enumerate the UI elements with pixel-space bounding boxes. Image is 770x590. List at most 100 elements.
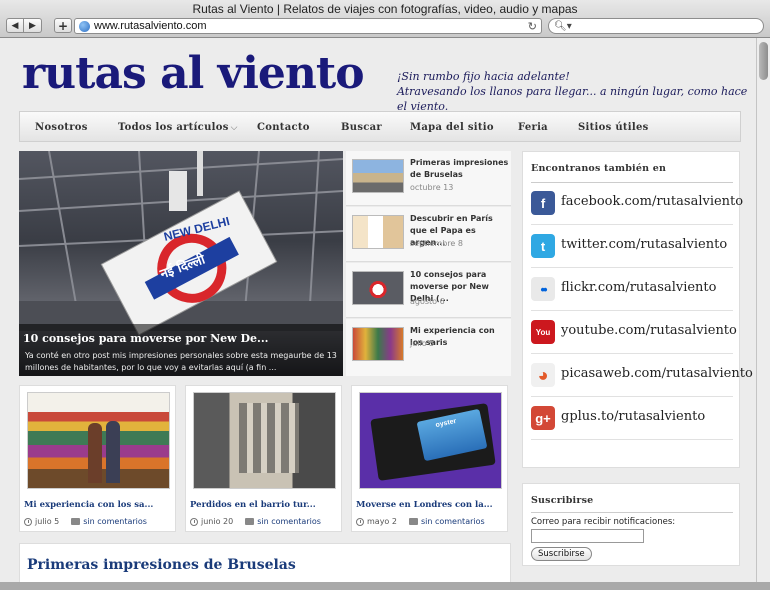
flickr-icon: •• xyxy=(531,277,555,301)
card-title[interactable]: Mi experiencia con los sa... xyxy=(24,500,153,510)
post-thumbnail xyxy=(352,271,404,305)
back-button[interactable]: ◀ xyxy=(6,18,24,33)
comment-icon xyxy=(245,518,255,525)
facebook-icon: f xyxy=(531,191,555,215)
site-title[interactable]: rutas al viento xyxy=(22,48,365,99)
card-date: junio 20 xyxy=(201,517,234,526)
twitter-icon: t xyxy=(531,234,555,258)
card-meta: julio 5 sin comentarios xyxy=(24,517,147,526)
menu-item-sitios[interactable]: Sitios útiles xyxy=(578,122,649,133)
url-text[interactable]: www.rutasalviento.com xyxy=(94,20,528,32)
browser-search-field[interactable]: 🔍︎▾ xyxy=(548,18,764,34)
social-link-facebook[interactable]: f facebook.com/rutasalviento xyxy=(531,183,743,225)
window-bottom-edge xyxy=(0,582,770,590)
picasa-icon: ◕ xyxy=(531,363,555,387)
card-date: julio 5 xyxy=(35,517,60,526)
person-figure xyxy=(88,423,102,483)
post-image xyxy=(27,392,170,489)
post-image xyxy=(193,392,336,489)
google-plus-icon: g+ xyxy=(531,406,555,430)
social-label[interactable]: flickr.com/rutasalviento xyxy=(561,280,716,295)
forward-button[interactable]: ▶ xyxy=(24,18,42,33)
tagline-line-2: Atravesando los llanos para llegar... a … xyxy=(397,85,748,113)
comments-link[interactable]: sin comentarios xyxy=(257,517,321,526)
list-item[interactable]: Descubrir en París que el Papa es argen.… xyxy=(346,207,511,262)
window-grid xyxy=(239,403,299,473)
menu-item-buscar[interactable]: Buscar xyxy=(341,122,382,133)
post-thumbnail xyxy=(352,159,404,193)
social-label[interactable]: twitter.com/rutasalviento xyxy=(561,237,727,252)
window-title: Rutas al Viento | Relatos de viajes con … xyxy=(192,2,578,16)
comments-link[interactable]: sin comentarios xyxy=(421,517,485,526)
featured-post[interactable]: NEW DELHI नई दिल्ली 10 consejos para mov… xyxy=(19,151,343,376)
address-bar[interactable]: www.rutasalviento.com ↻ xyxy=(74,18,542,34)
social-label[interactable]: picasaweb.com/rutasalviento xyxy=(561,366,753,381)
menu-item-todos[interactable]: Todos los artículos ⌵ xyxy=(118,122,238,133)
history-buttons: ◀ ▶ xyxy=(6,18,42,33)
add-bookmark-button[interactable]: + xyxy=(54,18,72,33)
social-link-picasa[interactable]: ◕ picasaweb.com/rutasalviento xyxy=(531,355,753,397)
social-label[interactable]: facebook.com/rutasalviento xyxy=(561,194,743,209)
article-title[interactable]: Primeras impresiones de Bruselas xyxy=(27,557,296,573)
card-title[interactable]: Moverse en Londres con la... xyxy=(356,500,493,510)
clock-icon xyxy=(190,517,198,526)
person-figure xyxy=(106,421,120,483)
list-item[interactable]: Primeras impresiones de Bruselas octubre… xyxy=(346,151,511,206)
menu-item-nosotros[interactable]: Nosotros xyxy=(35,122,88,133)
chevron-down-icon: ⌵ xyxy=(230,123,238,133)
hero-excerpt: Ya conté en otro post mis impresiones pe… xyxy=(25,351,337,372)
social-widget: Encontranos también en f facebook.com/ru… xyxy=(522,151,753,468)
social-label[interactable]: youtube.com/rutasalviento xyxy=(561,323,737,338)
subscribe-button[interactable]: Suscribirse xyxy=(531,547,592,561)
browser-toolbar: Rutas al Viento | Relatos de viajes con … xyxy=(0,0,770,38)
post-thumbnail xyxy=(352,327,404,361)
card-date: mayo 2 xyxy=(367,517,397,526)
reload-icon[interactable]: ↻ xyxy=(528,20,537,33)
post-card[interactable]: Mi experiencia con los sa... julio 5 sin… xyxy=(19,385,176,532)
email-field[interactable] xyxy=(531,529,644,543)
menu-item-feria[interactable]: Feria xyxy=(518,122,548,133)
card-meta: mayo 2 sin comentarios xyxy=(356,517,485,526)
menu-item-todos-label: Todos los artículos xyxy=(118,122,229,133)
back-arrow-icon: ◀ xyxy=(11,20,19,31)
social-link-flickr[interactable]: •• flickr.com/rutasalviento xyxy=(531,269,733,311)
hero-title[interactable]: 10 consejos para moverse por New De... xyxy=(23,332,269,345)
list-item[interactable]: 10 consejos para moverse por New Delhi (… xyxy=(346,263,511,318)
main-menu: Nosotros Todos los artículos ⌵ Contacto B… xyxy=(19,111,741,142)
social-label[interactable]: gplus.to/rutasalviento xyxy=(561,409,705,424)
post-date: octubre 13 xyxy=(410,183,454,192)
post-date: julio 5 xyxy=(410,339,435,348)
social-widget-title: Encontranos también en xyxy=(531,163,667,174)
post-card[interactable]: Perdidos en el barrio tur... junio 20 si… xyxy=(185,385,342,532)
globe-icon xyxy=(79,20,90,32)
post-title[interactable]: Primeras impresiones de Bruselas xyxy=(410,157,510,181)
page-scrollbar[interactable] xyxy=(756,38,770,582)
search-icon: 🔍︎▾ xyxy=(554,20,572,32)
social-link-google-plus[interactable]: g+ gplus.to/rutasalviento xyxy=(531,398,733,440)
youtube-icon: You xyxy=(531,320,555,344)
comments-link[interactable]: sin comentarios xyxy=(83,517,147,526)
card-meta: junio 20 sin comentarios xyxy=(190,517,321,526)
tagline-line-1: ¡Sin rumbo fijo hacia adelante! xyxy=(397,70,570,83)
social-link-twitter[interactable]: t twitter.com/rutasalviento xyxy=(531,226,733,268)
menu-item-contacto[interactable]: Contacto xyxy=(257,122,310,133)
social-link-youtube[interactable]: You youtube.com/rutasalviento xyxy=(531,312,737,354)
scrollbar-thumb[interactable] xyxy=(759,42,768,80)
card-title[interactable]: Perdidos en el barrio tur... xyxy=(190,500,316,510)
plus-icon: + xyxy=(57,18,69,33)
subscribe-widget: Suscribirse Correo para recibir notifica… xyxy=(522,483,740,566)
site-tagline: ¡Sin rumbo fijo hacia adelante! Atravesa… xyxy=(397,69,756,114)
forward-arrow-icon: ▶ xyxy=(29,20,36,31)
oyster-card-label: oyster xyxy=(434,417,457,430)
subscribe-widget-title: Suscribirse xyxy=(531,495,594,506)
post-thumbnail xyxy=(352,215,404,249)
menu-item-mapa[interactable]: Mapa del sitio xyxy=(410,122,494,133)
email-field-label: Correo para recibir notificaciones: xyxy=(531,517,676,527)
recent-posts-list: Primeras impresiones de Bruselas octubre… xyxy=(346,151,511,376)
widget-divider xyxy=(531,512,733,513)
post-date: septiembre 8 xyxy=(410,239,463,248)
web-page: rutas al viento ¡Sin rumbo fijo hacia ad… xyxy=(0,38,756,582)
post-card[interactable]: oyster Moverse en Londres con la... mayo… xyxy=(351,385,508,532)
list-item[interactable]: Mi experiencia con los saris julio 5 xyxy=(346,319,511,376)
latest-article: Primeras impresiones de Bruselas xyxy=(19,543,511,582)
